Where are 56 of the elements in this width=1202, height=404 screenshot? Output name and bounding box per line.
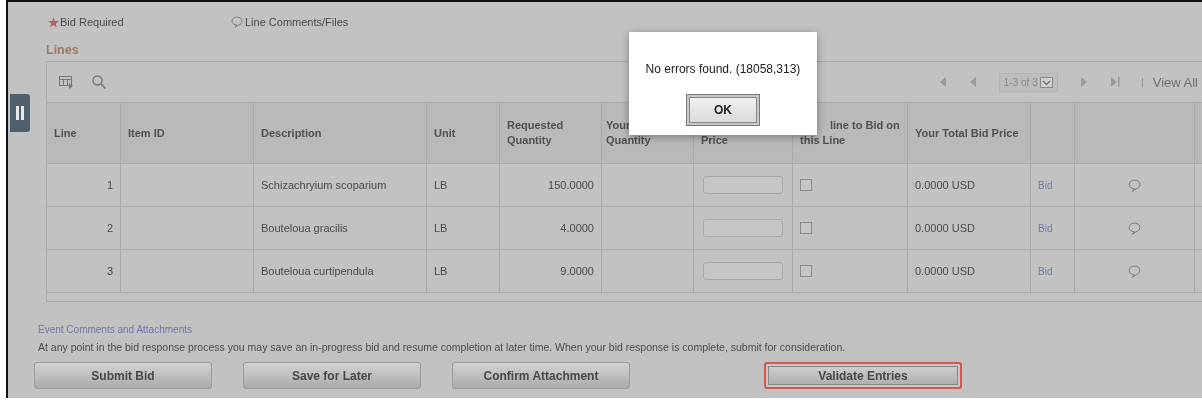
table-cell: Bouteloua curtipendula [254,250,427,292]
dropdown-caret-icon [1039,76,1053,88]
price-input-field[interactable] [703,219,783,237]
table-cell: 0.0000 USD [908,164,1031,206]
table-cell: 3 [47,250,121,292]
grid-settings-icon[interactable] [59,75,74,89]
view-all-link[interactable]: View All [1152,74,1198,90]
ok-button[interactable]: OK [686,94,760,126]
action-button[interactable]: Confirm Attachment [452,362,630,389]
table-cell: 1 [47,164,121,206]
comment-icon[interactable] [1128,178,1141,192]
next-page-icon[interactable] [1079,77,1088,87]
last-page-icon[interactable] [1109,77,1120,87]
comment-icon[interactable] [1128,264,1141,278]
action-button[interactable]: Save for Later [243,362,421,389]
table-cell: Bouteloua gracilis [254,207,427,249]
column-header: Unit [427,103,500,163]
table-cell: LB [427,250,500,292]
table-cell: 0.0000 USD [908,207,1031,249]
table-cell: 2 [47,207,121,249]
first-page-icon[interactable] [938,77,947,87]
previous-page-icon[interactable] [968,77,977,87]
select-line-checkbox[interactable] [800,222,812,234]
price-input-field[interactable] [703,176,783,194]
table-cell: 9.0000 [500,250,602,292]
select-line-checkbox[interactable] [800,179,812,191]
instructions-text: At any point in the bid response process you may save an in-progress bid and resume completion at later time. When your bid response is complete, submit for consideration. [38,341,847,353]
bid-link[interactable]: Bid [1038,265,1053,277]
event-comments-link[interactable]: Event Comments and Attachments [38,324,1202,335]
comment-icon[interactable] [1128,221,1141,235]
action-button[interactable]: Validate Entries [764,362,962,389]
column-header: Description [254,103,427,163]
table-cell: 0.0000 USD [908,250,1031,292]
star-icon [48,16,59,28]
legend-label: Bid Required [60,16,124,28]
action-button[interactable]: Submit Bid [34,362,212,389]
pause-icon [16,106,24,120]
dialog-message: No errors found. (18058,313) [645,62,801,76]
price-input-field[interactable] [703,262,783,280]
table-cell: 150.0000 [500,164,602,206]
select-line-checkbox[interactable] [800,265,812,277]
table-cell: 4.0000 [500,207,602,249]
table-cell: LB [427,164,500,206]
column-header: Line [47,103,121,163]
column-header: Item ID [121,103,254,163]
table-cell: Schizachryium scoparium [254,164,427,206]
bid-link[interactable]: Bid [1038,222,1053,234]
legend-label: Line Comments/Files [245,16,349,28]
bid-link[interactable]: Bid [1038,179,1053,191]
table-cell: LB [427,207,500,249]
search-icon[interactable] [92,75,106,89]
column-header: Requested Quantity [500,103,602,163]
column-header: Your Total Bid Price [908,103,1031,163]
collapse-tab-button[interactable] [10,94,30,132]
speech-bubble-icon [231,16,243,28]
section-title: Lines [46,43,80,57]
